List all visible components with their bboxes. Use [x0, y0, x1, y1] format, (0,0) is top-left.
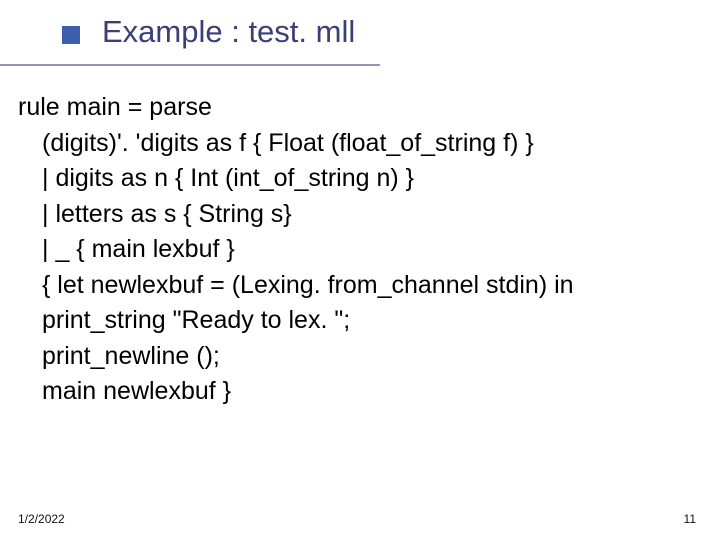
code-line: | digits as n { Int (int_of_string n) } — [18, 161, 690, 197]
footer-date: 1/2/2022 — [18, 512, 65, 526]
code-line: rule main = parse — [18, 93, 212, 121]
title-underline — [0, 64, 380, 66]
code-line: print_string "Ready to lex. "; — [18, 303, 690, 339]
title-bullet-icon — [62, 26, 80, 44]
code-text: | digits as n { Int (int_of_string n) } — [42, 164, 414, 192]
code-line: print_newline (); — [18, 339, 690, 375]
code-text: | letters as s { String s} — [42, 200, 292, 228]
code-line: (digits)'. 'digits as f { Float (float_o… — [18, 126, 690, 162]
code-text: | _ { main lexbuf } — [42, 235, 235, 263]
slide-title: Example : test. mll — [102, 14, 355, 50]
code-text: { let newlexbuf = (Lexing. from_channel … — [42, 271, 574, 299]
code-body: rule main = parse (digits)'. 'digits as … — [18, 90, 690, 410]
code-text: main newlexbuf } — [42, 377, 231, 405]
code-line: | letters as s { String s} — [18, 197, 690, 233]
code-text: print_newline (); — [42, 342, 220, 370]
code-line: | _ { main lexbuf } — [18, 232, 690, 268]
slide: Example : test. mll rule main = parse (d… — [0, 0, 720, 540]
title-area: Example : test. mll — [0, 0, 720, 60]
code-line: { let newlexbuf = (Lexing. from_channel … — [18, 268, 690, 304]
footer-page-number: 11 — [684, 512, 696, 526]
code-text: print_string "Ready to lex. "; — [42, 306, 350, 334]
code-text: (digits)'. 'digits as f { Float (float_o… — [42, 129, 534, 157]
code-line: main newlexbuf } — [18, 374, 690, 410]
